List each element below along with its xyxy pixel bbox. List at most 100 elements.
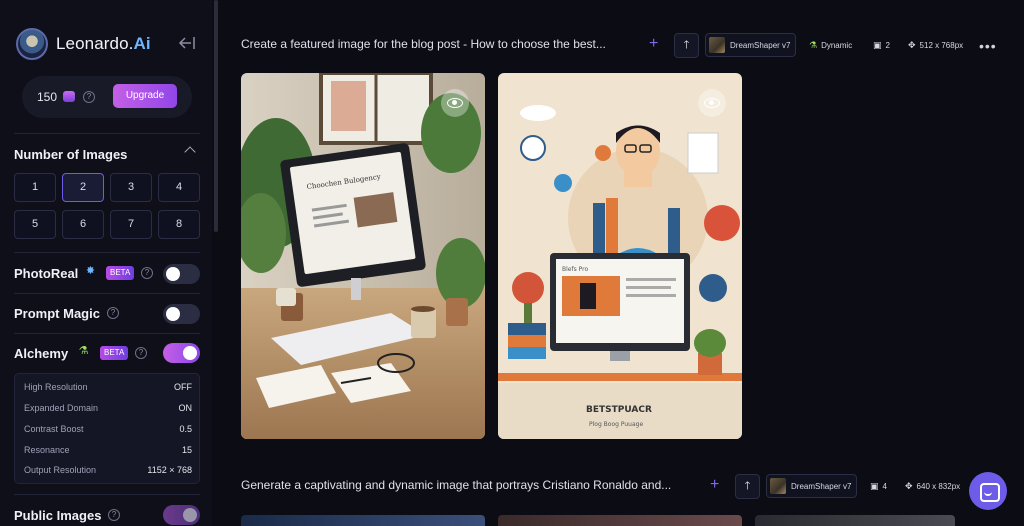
chat-support-icon[interactable] (969, 472, 1007, 510)
photoreal-label: PhotoReal (14, 266, 79, 281)
brand-name: Leonardo.Ai (56, 34, 151, 54)
flat-illustration: Blefs Pro BETSTPUACR Plog Boog Puuage (498, 73, 742, 439)
alchemy-setting-contrast-boost: Contrast Boost 0.5 (24, 424, 192, 434)
upgrade-button[interactable]: Upgrade (113, 84, 177, 108)
alchemy-flask-icon: ⚗ (78, 345, 89, 357)
setting-label: Resonance (24, 445, 70, 455)
generated-image-1[interactable]: Choochen Bulogency (241, 73, 485, 439)
illustration-screen-label: Blefs Pro (562, 266, 588, 273)
add-prompt-icon[interactable]: + (710, 476, 719, 494)
generation-1-prompt[interactable]: Create a featured image for the blog pos… (241, 31, 606, 57)
public-images-toggle[interactable] (163, 505, 200, 525)
reuse-prompt-button[interactable]: 🡑 (735, 474, 760, 499)
image-count-meta: ▣ 4 (870, 481, 887, 492)
setting-label: Contrast Boost (24, 424, 84, 434)
generation-2-image-3[interactable] (755, 515, 955, 526)
sidebar: Leonardo.Ai 150 ? Upgrade Number of Imag… (0, 0, 212, 526)
reuse-prompt-button[interactable]: 🡑 (674, 33, 699, 58)
num-images-option-1[interactable]: 1 (14, 173, 56, 202)
photoreal-help-icon[interactable]: ? (141, 267, 153, 279)
image-count: 2 (885, 41, 890, 50)
dimensions-meta: ✥ 640 x 832px (905, 481, 960, 492)
prompt-magic-toggle[interactable] (163, 304, 200, 324)
photoreal-beta-badge: BETA (106, 266, 135, 280)
photoreal-toggle[interactable] (163, 264, 200, 284)
add-prompt-icon[interactable]: + (649, 35, 658, 53)
alchemy-settings-panel[interactable]: High Resolution OFF Expanded Domain ON Con… (14, 373, 200, 484)
leonardo-logo (16, 28, 48, 60)
num-images-option-8[interactable]: 8 (158, 210, 200, 239)
alchemy-label: Alchemy (14, 346, 69, 361)
setting-value: OFF (174, 382, 192, 392)
prompt-text: Generate a captivating and dynamic image… (241, 478, 672, 492)
dimensions-meta: ✥ 512 x 768px (908, 40, 963, 51)
view-eye-icon[interactable] (698, 89, 726, 117)
token-count: 150 (37, 90, 58, 104)
num-images-option-6[interactable]: 6 (62, 210, 104, 239)
images-icon: ▣ (873, 40, 882, 50)
brand-name-suffix: Ai (133, 34, 151, 53)
model-thumbnail (709, 37, 725, 53)
photoreal-camera-icon: ✸ (85, 265, 96, 277)
divider (14, 293, 200, 294)
collapse-sidebar-icon[interactable] (178, 36, 198, 52)
generated-image-2[interactable]: Blefs Pro BETSTPUACR Plog Boog Puuage (498, 73, 742, 439)
alchemy-setting-high-resolution: High Resolution OFF (24, 382, 192, 392)
toggle-knob (166, 267, 180, 281)
alchemy-setting-expanded-domain: Expanded Domain ON (24, 403, 192, 413)
num-images-option-2[interactable]: 2 (62, 173, 104, 202)
num-images-option-4[interactable]: 4 (158, 173, 200, 202)
model-chip[interactable]: DreamShaper v7 (705, 33, 797, 57)
alchemy-toggle[interactable] (163, 343, 200, 363)
toggle-knob (183, 508, 197, 522)
model-chip[interactable]: DreamShaper v7 (766, 474, 858, 498)
alchemy-help-icon[interactable]: ? (135, 347, 147, 359)
divider (14, 133, 200, 134)
alchemy-setting-resonance: Resonance 15 (24, 445, 192, 455)
model-thumbnail (770, 478, 786, 494)
style-meta: ⚗ Dynamic (809, 40, 852, 51)
divider (14, 333, 200, 334)
token-coins-icon (63, 91, 75, 102)
setting-label: High Resolution (24, 382, 88, 392)
move-arrows-icon: ✥ (905, 481, 913, 491)
public-images-label: Public Images (14, 508, 102, 523)
token-help-icon[interactable]: ? (83, 91, 95, 103)
num-images-option-3[interactable]: 3 (110, 173, 152, 202)
brand-name-prefix: Leonardo. (56, 34, 134, 53)
desk-scene-illustration: Choochen Bulogency (241, 73, 485, 439)
brand[interactable]: Leonardo.Ai (16, 28, 151, 60)
generation-2-prompt[interactable]: Generate a captivating and dynamic image… (241, 472, 671, 498)
dimensions: 640 x 832px (916, 482, 961, 491)
setting-label: Output Resolution (24, 465, 97, 475)
setting-label: Expanded Domain (24, 403, 99, 413)
toggle-knob (183, 346, 197, 360)
app-root: Leonardo.Ai 150 ? Upgrade Number of Imag… (0, 0, 1024, 526)
number-of-images-title: Number of Images (14, 147, 128, 162)
image-count-meta: ▣ 2 (873, 40, 890, 51)
setting-value: 0.5 (179, 424, 192, 434)
prompt-magic-help-icon[interactable]: ? (107, 307, 119, 319)
setting-value: 15 (181, 445, 192, 455)
toggle-knob (166, 307, 180, 321)
generation-2-image-1[interactable] (241, 515, 485, 526)
setting-value: ON (178, 403, 193, 413)
num-images-option-7[interactable]: 7 (110, 210, 152, 239)
sidebar-scrollbar[interactable] (214, 0, 218, 232)
prompt-text: Create a featured image for the blog pos… (241, 37, 606, 51)
images-icon: ▣ (870, 481, 879, 491)
alchemy-setting-output-resolution: Output Resolution 1152 × 768 (24, 465, 192, 475)
divider (14, 494, 200, 495)
alchemy-beta-badge: BETA (100, 346, 129, 360)
chevron-up-icon[interactable] (184, 146, 196, 158)
divider (14, 252, 200, 253)
num-images-option-5[interactable]: 5 (14, 210, 56, 239)
public-images-help-icon[interactable]: ? (108, 509, 120, 521)
more-options-icon[interactable]: ••• (979, 38, 997, 54)
model-name: DreamShaper v7 (730, 40, 791, 50)
generation-2-image-2[interactable] (498, 515, 742, 526)
dimensions: 512 x 768px (919, 41, 964, 50)
view-eye-icon[interactable] (441, 89, 469, 117)
token-balance: 150 ? Upgrade (22, 76, 192, 118)
illustration-caption-sub: Plog Boog Puuage (589, 421, 643, 428)
